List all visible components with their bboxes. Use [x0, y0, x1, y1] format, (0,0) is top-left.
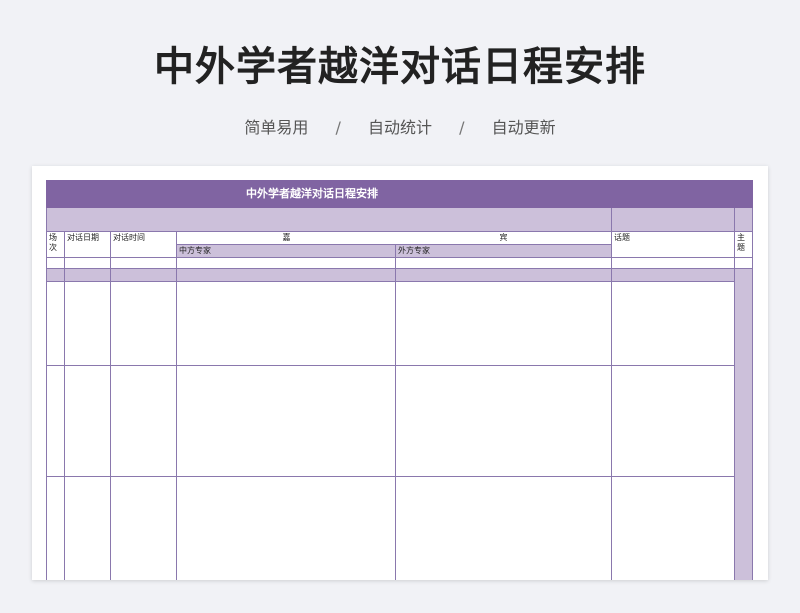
table-row: [396, 282, 612, 366]
header-date: 对话日期: [65, 232, 111, 258]
table-row: [612, 366, 735, 477]
separator-row: [612, 269, 735, 282]
spacer-row: [735, 258, 753, 269]
table-row: [111, 477, 177, 580]
table-row: [612, 477, 735, 580]
tag-auto-stat: 自动统计: [367, 118, 432, 137]
table-row: [46, 477, 65, 580]
table-row: [177, 366, 396, 477]
spacer-row: [396, 258, 612, 269]
header-session: 场次: [46, 232, 65, 258]
tag-separator: /: [335, 118, 341, 137]
tag-separator: /: [459, 118, 465, 137]
table-row: [612, 282, 735, 366]
separator-row: [177, 269, 396, 282]
spacer-row: [612, 258, 735, 269]
band-row: [612, 208, 735, 232]
header-guest-right: 宾: [396, 232, 612, 245]
band-row: [46, 208, 612, 232]
schedule-grid: 场次 对话日期 对话时间 嘉 宾 中方专家 外方专家 话题 主题: [46, 208, 753, 580]
table-row: [46, 366, 65, 477]
separator-row: [46, 269, 65, 282]
spacer-row: [111, 258, 177, 269]
table-row: [111, 366, 177, 477]
spacer-row: [65, 258, 111, 269]
table-row: [177, 477, 396, 580]
sheet-title: 中外学者越洋对话日程安排: [46, 180, 753, 208]
tag-easy: 简单易用: [244, 118, 309, 137]
band-row: [735, 208, 753, 232]
table-row: [396, 366, 612, 477]
tag-auto-update: 自动更新: [491, 118, 556, 137]
table-row: [65, 477, 111, 580]
table-row: [65, 282, 111, 366]
header-topic: 话题: [612, 232, 735, 258]
subtitle-tags: 简单易用 / 自动统计 / 自动更新: [0, 114, 800, 138]
theme-column: [735, 269, 753, 580]
separator-row: [111, 269, 177, 282]
spacer-row: [46, 258, 65, 269]
header-chinese-expert: 中方专家: [177, 245, 396, 258]
spreadsheet-preview: 中外学者越洋对话日程安排 场次 对话日期 对话时间 嘉 宾 中方专家 外方专家 …: [32, 166, 768, 580]
separator-row: [396, 269, 612, 282]
header-guest-left: 嘉: [177, 232, 396, 245]
spacer-row: [177, 258, 396, 269]
header-foreign-expert: 外方专家: [396, 245, 612, 258]
table-row: [111, 282, 177, 366]
table-row: [177, 282, 396, 366]
separator-row: [65, 269, 111, 282]
page-title: 中外学者越洋对话日程安排: [154, 44, 646, 90]
table-row: [46, 282, 65, 366]
table-row: [396, 477, 612, 580]
table-row: [65, 366, 111, 477]
header-theme: 主题: [735, 232, 753, 258]
header-time: 对话时间: [111, 232, 177, 258]
